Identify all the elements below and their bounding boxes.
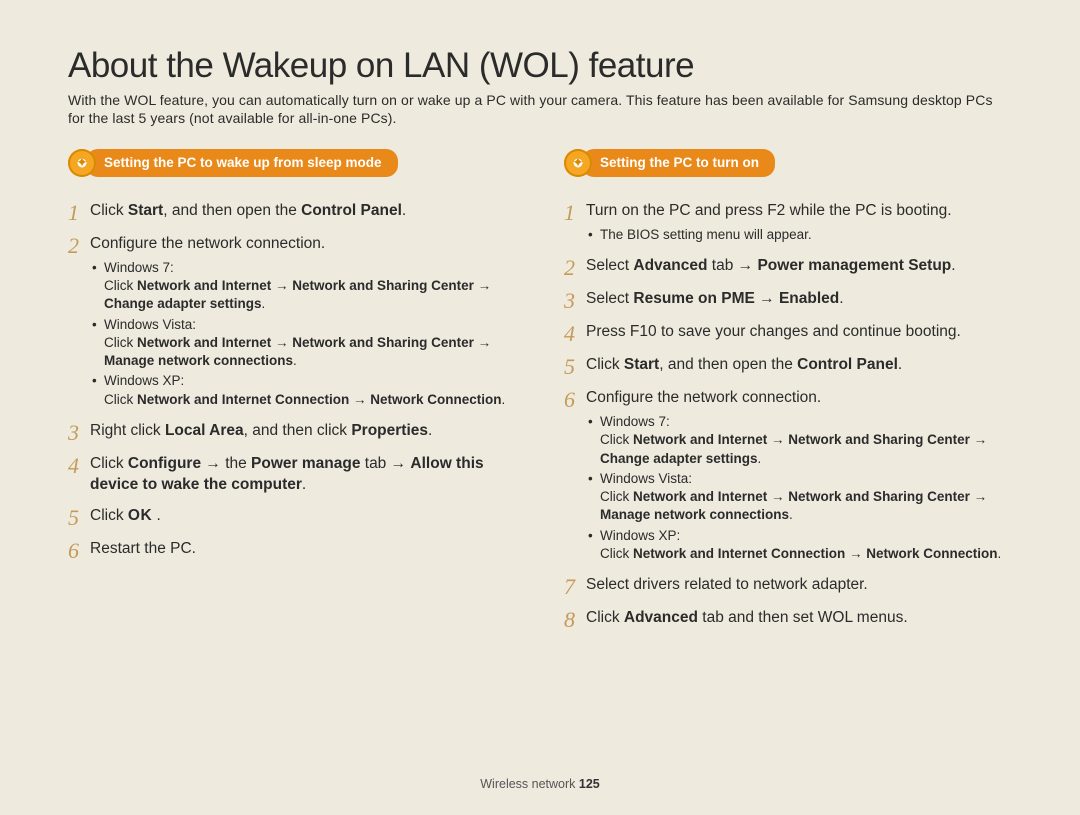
- step-1: 1 Click Start, and then open the Control…: [68, 201, 516, 224]
- page-title: About the Wakeup on LAN (WOL) feature: [68, 48, 1012, 85]
- step-text: Click Start, and then open the Control P…: [586, 355, 1012, 376]
- step-text: Restart the PC.: [90, 539, 516, 560]
- sub-item-vista: Windows Vista: Click Network and Interne…: [90, 316, 516, 371]
- sub-item-win7: Windows 7: Click Network and Internet → …: [90, 259, 516, 314]
- section-pill-turnon: Setting the PC to turn on: [582, 149, 775, 177]
- step-text: Configure the network connection. Window…: [90, 234, 516, 411]
- star-icon: ✦: [564, 149, 592, 177]
- step-3: 3 Right click Local Area, and then click…: [68, 421, 516, 444]
- step-number: 3: [564, 289, 586, 312]
- footer-page-number: 125: [579, 777, 600, 791]
- step-text: Click Advanced tab and then set WOL menu…: [586, 608, 1012, 629]
- right-column: ✦ Setting the PC to turn on 1 Turn on th…: [564, 149, 1012, 641]
- step-text: Turn on the PC and press F2 while the PC…: [586, 201, 1012, 246]
- step-text: Press F10 to save your changes and conti…: [586, 322, 1012, 343]
- step-3: 3 Select Resume on PME → Enabled.: [564, 289, 1012, 312]
- sub-list: Windows 7: Click Network and Internet → …: [586, 413, 1012, 563]
- step-number: 1: [68, 201, 90, 224]
- step-text: Click Configure → the Power manage tab →…: [90, 454, 516, 496]
- step-number: 5: [68, 506, 90, 529]
- intro-text: With the WOL feature, you can automatica…: [68, 91, 1012, 127]
- step-7: 7 Select drivers related to network adap…: [564, 575, 1012, 598]
- two-column-layout: ✦ Setting the PC to wake up from sleep m…: [68, 149, 1012, 641]
- sub-list: Windows 7: Click Network and Internet → …: [90, 259, 516, 409]
- section-header-sleep: ✦ Setting the PC to wake up from sleep m…: [68, 149, 516, 177]
- step-text: Configure the network connection. Window…: [586, 388, 1012, 565]
- step-number: 4: [564, 322, 586, 345]
- step-number: 1: [564, 201, 586, 224]
- document-page: About the Wakeup on LAN (WOL) feature Wi…: [0, 0, 1080, 641]
- sub-item-xp: Windows XP: Click Network and Internet C…: [586, 527, 1012, 563]
- step-number: 6: [564, 388, 586, 411]
- step-number: 8: [564, 608, 586, 631]
- step-number: 7: [564, 575, 586, 598]
- footer: Wireless network 125: [0, 777, 1080, 791]
- left-column: ✦ Setting the PC to wake up from sleep m…: [68, 149, 516, 641]
- step-4: 4 Press F10 to save your changes and con…: [564, 322, 1012, 345]
- step-text: Click OK .: [90, 506, 516, 527]
- step-5: 5 Click Start, and then open the Control…: [564, 355, 1012, 378]
- step-8: 8 Click Advanced tab and then set WOL me…: [564, 608, 1012, 631]
- step-text: Click Start, and then open the Control P…: [90, 201, 516, 222]
- step-2: 2 Configure the network connection. Wind…: [68, 234, 516, 411]
- step-6: 6 Restart the PC.: [68, 539, 516, 562]
- section-header-turnon: ✦ Setting the PC to turn on: [564, 149, 1012, 177]
- sub-item-win7: Windows 7: Click Network and Internet → …: [586, 413, 1012, 468]
- step-number: 2: [68, 234, 90, 257]
- sub-item-xp: Windows XP: Click Network and Internet C…: [90, 372, 516, 408]
- sub-item-bios: The BIOS setting menu will appear.: [586, 226, 1012, 244]
- steps-left: 1 Click Start, and then open the Control…: [68, 201, 516, 562]
- star-icon: ✦: [68, 149, 96, 177]
- section-pill-sleep: Setting the PC to wake up from sleep mod…: [86, 149, 398, 177]
- step-text: Select drivers related to network adapte…: [586, 575, 1012, 596]
- steps-right: 1 Turn on the PC and press F2 while the …: [564, 201, 1012, 631]
- step-5: 5 Click OK .: [68, 506, 516, 529]
- step-number: 2: [564, 256, 586, 279]
- step-text: Select Advanced tab → Power management S…: [586, 256, 1012, 277]
- step-text: Right click Local Area, and then click P…: [90, 421, 516, 442]
- step-6: 6 Configure the network connection. Wind…: [564, 388, 1012, 565]
- step-2: 2 Select Advanced tab → Power management…: [564, 256, 1012, 279]
- ok-icon: OK: [128, 507, 152, 524]
- step-number: 3: [68, 421, 90, 444]
- sub-list: The BIOS setting menu will appear.: [586, 226, 1012, 244]
- step-1: 1 Turn on the PC and press F2 while the …: [564, 201, 1012, 246]
- step-text: Select Resume on PME → Enabled.: [586, 289, 1012, 310]
- step-number: 6: [68, 539, 90, 562]
- step-4: 4 Click Configure → the Power manage tab…: [68, 454, 516, 496]
- sub-item-vista: Windows Vista: Click Network and Interne…: [586, 470, 1012, 525]
- step-number: 4: [68, 454, 90, 477]
- step-number: 5: [564, 355, 586, 378]
- footer-section: Wireless network: [480, 777, 579, 791]
